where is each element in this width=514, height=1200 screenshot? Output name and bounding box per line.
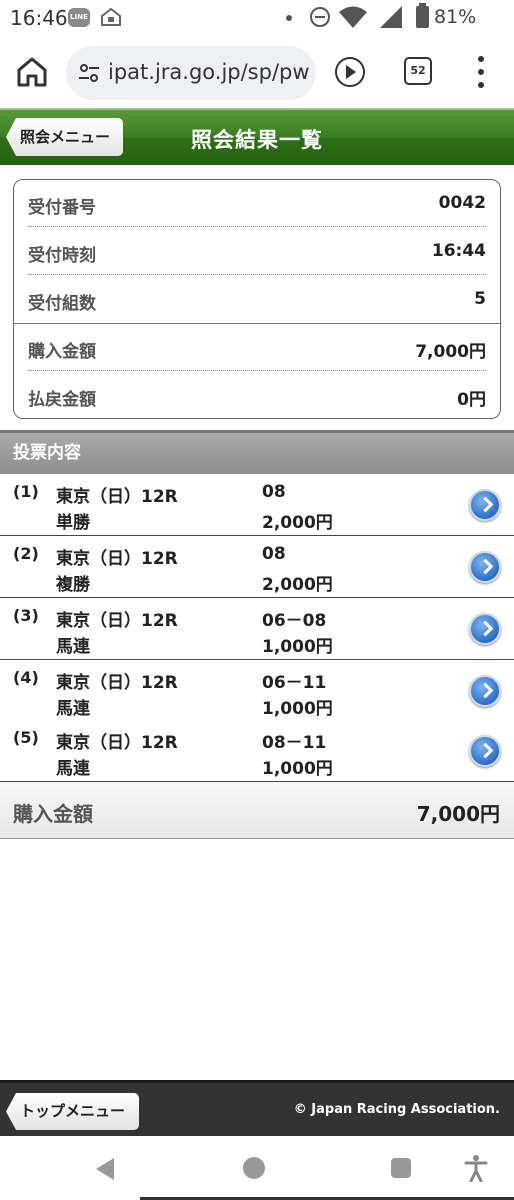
vote-combination: 08－11 (262, 733, 327, 753)
summary-label: 受付時刻 (28, 246, 96, 266)
vote-number: (3) (13, 606, 39, 625)
chevron-right-icon[interactable] (469, 735, 501, 767)
receipt-summary-card: 受付番号 0042 受付時刻 16:44 受付組数 5 購入金額 7,000円 … (13, 179, 501, 419)
total-value: 7,000円 (416, 802, 500, 826)
status-time: 16:46 (10, 6, 68, 30)
system-nav-bar (0, 1136, 514, 1200)
summary-label: 受付番号 (28, 198, 96, 218)
vote-race: 東京（日）12R (56, 733, 178, 753)
vote-race: 東京（日）12R (56, 487, 178, 507)
vote-combination: 08 (262, 482, 286, 502)
vote-race: 東京（日）12R (56, 549, 178, 569)
home-notification-icon (101, 7, 121, 26)
vote-number: (2) (13, 544, 39, 563)
address-bar[interactable]: ipat.jra.go.jp/sp/pw (66, 46, 316, 100)
vote-amount: 2,000円 (262, 513, 333, 533)
summary-label: 受付組数 (28, 294, 96, 314)
vote-amount: 2,000円 (262, 575, 333, 595)
vote-row[interactable]: (4) 東京（日）12R 馬連 06－11 1,000円 (0, 660, 514, 722)
vote-number: (1) (13, 482, 39, 501)
total-purchase-bar: 購入金額 7,000円 (0, 782, 514, 839)
top-menu-button[interactable]: トップメニュー (6, 1093, 139, 1130)
votes-section-heading: 投票内容 (0, 430, 514, 474)
site-settings-icon[interactable] (78, 62, 100, 84)
summary-label: 払戻金額 (28, 390, 96, 410)
vote-bet-type: 単勝 (56, 513, 90, 533)
vote-number: (4) (13, 668, 39, 687)
url-text[interactable]: ipat.jra.go.jp/sp/pw (108, 60, 310, 84)
vote-amount: 1,000円 (262, 759, 333, 779)
vote-row[interactable]: (3) 東京（日）12R 馬連 06－08 1,000円 (0, 598, 514, 660)
app-header: 照会メニュー 照会結果一覧 (0, 108, 514, 165)
signal-icon (380, 6, 402, 28)
summary-value: 7,000円 (415, 342, 486, 362)
summary-row-receipt-time: 受付時刻 16:44 (28, 228, 486, 275)
home-icon[interactable] (14, 54, 50, 90)
summary-row-payout-amount: 払戻金額 0円 (28, 372, 486, 419)
vote-race: 東京（日）12R (56, 673, 178, 693)
status-bar: 16:46 LINE 81% (0, 0, 514, 36)
summary-row-ticket-count: 受付組数 5 (28, 276, 486, 323)
vote-combination: 08 (262, 544, 286, 564)
accessibility-icon[interactable] (463, 1154, 489, 1182)
page-title: 照会結果一覧 (191, 128, 323, 152)
recent-apps-icon[interactable] (391, 1158, 411, 1178)
summary-label: 購入金額 (28, 342, 96, 362)
more-menu-icon[interactable] (474, 56, 488, 88)
vote-bet-type: 複勝 (56, 575, 90, 595)
vote-row[interactable]: (2) 東京（日）12R 複勝 08 2,000円 (0, 536, 514, 598)
vote-number: (5) (13, 728, 39, 747)
chevron-right-icon[interactable] (469, 551, 501, 583)
browser-toolbar: ipat.jra.go.jp/sp/pw 52 (0, 36, 514, 108)
tab-switcher-button[interactable]: 52 (404, 57, 432, 85)
battery-icon (416, 3, 429, 28)
summary-value: 16:44 (431, 241, 486, 261)
vote-amount: 1,000円 (262, 699, 333, 719)
summary-value: 5 (474, 289, 486, 309)
vote-bet-type: 馬連 (56, 637, 90, 657)
chevron-right-icon[interactable] (469, 489, 501, 521)
page-footer: トップメニュー © Japan Racing Association. (0, 1080, 514, 1136)
summary-value: 0円 (457, 390, 486, 410)
chevron-right-icon[interactable] (469, 675, 501, 707)
vote-combination: 06－11 (262, 673, 327, 693)
wifi-icon (339, 6, 367, 28)
do-not-disturb-icon (310, 7, 330, 27)
vote-amount: 1,000円 (262, 637, 333, 657)
back-icon[interactable] (96, 1158, 114, 1180)
play-icon[interactable] (335, 57, 365, 87)
vote-bet-type: 馬連 (56, 699, 90, 719)
summary-row-receipt-number: 受付番号 0042 (28, 180, 486, 227)
home-circle-icon[interactable] (243, 1157, 265, 1179)
vote-race: 東京（日）12R (56, 611, 178, 631)
notification-dot-icon (286, 15, 292, 21)
total-label: 購入金額 (13, 802, 93, 826)
vote-row[interactable]: (1) 東京（日）12R 単勝 08 2,000円 (0, 474, 514, 536)
summary-value: 0042 (438, 193, 486, 213)
line-app-icon: LINE (68, 8, 90, 27)
vote-row[interactable]: (5) 東京（日）12R 馬連 08－11 1,000円 (0, 720, 514, 782)
vote-combination: 06－08 (262, 611, 327, 631)
battery-percent: 81% (434, 6, 477, 28)
copyright-text: © Japan Racing Association. (293, 1102, 500, 1117)
summary-row-purchase-amount: 購入金額 7,000円 (28, 324, 486, 371)
chevron-right-icon[interactable] (469, 613, 501, 645)
vote-bet-type: 馬連 (56, 759, 90, 779)
